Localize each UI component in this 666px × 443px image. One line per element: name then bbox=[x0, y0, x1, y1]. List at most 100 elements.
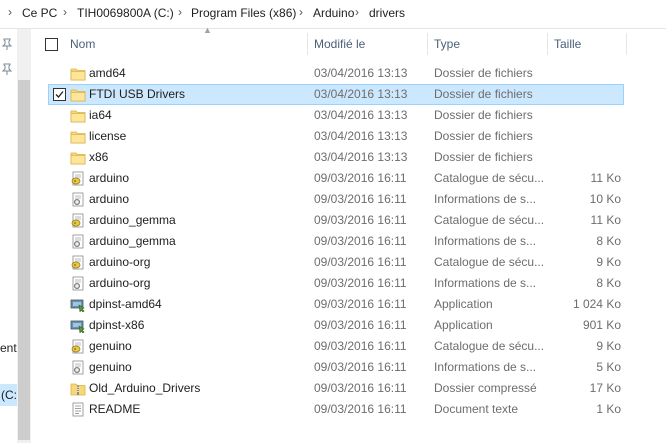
security-catalog-icon bbox=[70, 171, 86, 186]
setup-info-icon bbox=[70, 234, 86, 249]
chevron-right-icon[interactable]: › bbox=[355, 5, 359, 19]
file-name: Old_Arduino_Drivers bbox=[89, 381, 201, 395]
file-size: 8 Ko bbox=[596, 234, 621, 248]
nav-item-drive-label[interactable]: (C: bbox=[1, 388, 17, 402]
file-type: Catalogue de sécu... bbox=[434, 171, 544, 185]
breadcrumb-drivers[interactable]: drivers bbox=[369, 6, 405, 20]
file-row[interactable]: arduino 09/03/2016 16:11 Informations de s… bbox=[48, 189, 624, 210]
file-row[interactable]: arduino 09/03/2016 16:11 Catalogue de sécu… bbox=[48, 168, 624, 189]
file-type: Informations de s... bbox=[434, 276, 537, 290]
file-modified: 09/03/2016 16:11 bbox=[314, 318, 407, 332]
column-name[interactable]: Nom bbox=[70, 29, 95, 59]
column-type[interactable]: Type bbox=[434, 29, 460, 59]
chevron-right-icon[interactable]: › bbox=[299, 5, 303, 19]
pin-icon[interactable] bbox=[1, 63, 13, 75]
zip-folder-icon bbox=[70, 381, 86, 396]
file-type: Catalogue de sécu... bbox=[434, 213, 544, 227]
breadcrumb-arduino[interactable]: Arduino bbox=[313, 6, 354, 20]
sort-up-icon: ▲ bbox=[203, 25, 212, 35]
file-type: Application bbox=[434, 297, 493, 311]
row-checkbox[interactable] bbox=[53, 88, 66, 101]
file-modified: 03/04/2016 13:13 bbox=[314, 87, 408, 101]
file-modified: 09/03/2016 16:11 bbox=[314, 276, 407, 290]
file-size: 901 Ko bbox=[582, 318, 621, 332]
checkmark-icon bbox=[55, 91, 64, 98]
file-name: genuino bbox=[89, 360, 132, 374]
file-row[interactable]: amd64 03/04/2016 13:13 Dossier de fichiers bbox=[48, 63, 624, 84]
security-catalog-icon bbox=[70, 339, 86, 354]
file-modified: 09/03/2016 16:11 bbox=[314, 381, 407, 395]
file-modified: 09/03/2016 16:11 bbox=[314, 234, 407, 248]
file-type: Dossier de fichiers bbox=[434, 129, 533, 143]
file-row[interactable]: Old_Arduino_Drivers 09/03/2016 16:11 Dossi… bbox=[48, 378, 624, 399]
file-size: 11 Ko bbox=[590, 213, 621, 227]
file-name: arduino_gemma bbox=[89, 213, 176, 227]
file-type: Catalogue de sécu... bbox=[434, 339, 544, 353]
folder-icon bbox=[70, 129, 86, 144]
file-type: Document texte bbox=[434, 402, 519, 416]
select-all-checkbox[interactable] bbox=[45, 38, 58, 51]
file-row[interactable]: arduino_gemma 09/03/2016 16:11 Catalogue d… bbox=[48, 210, 624, 231]
breadcrumb-drive[interactable]: TIH0069800A (C:) bbox=[77, 6, 174, 20]
security-catalog-icon bbox=[70, 255, 86, 270]
file-name: arduino_gemma bbox=[89, 234, 176, 248]
file-type: Dossier de fichiers bbox=[434, 87, 533, 101]
column-divider[interactable] bbox=[626, 33, 627, 55]
file-type: Informations de s... bbox=[434, 360, 537, 374]
file-row[interactable]: genuino 09/03/2016 16:11 Informations de s… bbox=[48, 357, 624, 378]
column-size[interactable]: Taille bbox=[554, 29, 581, 59]
file-name: arduino-org bbox=[89, 276, 151, 290]
file-row[interactable]: arduino_gemma 09/03/2016 16:11 Information… bbox=[48, 231, 624, 252]
breadcrumb-program-files[interactable]: Program Files (x86) bbox=[191, 6, 296, 20]
setup-info-icon bbox=[70, 192, 86, 207]
column-divider[interactable] bbox=[547, 33, 548, 55]
file-row[interactable]: x86 03/04/2016 13:13 Dossier de fichiers bbox=[48, 147, 624, 168]
column-divider[interactable] bbox=[307, 33, 308, 55]
column-divider[interactable] bbox=[427, 33, 428, 55]
file-row[interactable]: license 03/04/2016 13:13 Dossier de fichie… bbox=[48, 126, 624, 147]
chevron-right-icon[interactable]: › bbox=[8, 5, 12, 19]
nav-item-label[interactable]: ent bbox=[0, 341, 17, 355]
pin-icon[interactable] bbox=[1, 38, 13, 50]
file-modified: 03/04/2016 13:13 bbox=[314, 66, 408, 80]
file-row[interactable]: arduino-org 09/03/2016 16:11 Catalogue de … bbox=[48, 252, 624, 273]
chevron-right-icon[interactable]: › bbox=[178, 5, 182, 19]
file-size: 10 Ko bbox=[589, 192, 621, 206]
file-type: Catalogue de sécu... bbox=[434, 255, 544, 269]
application-icon bbox=[70, 297, 86, 313]
file-size: 8 Ko bbox=[596, 276, 621, 290]
file-modified: 09/03/2016 16:11 bbox=[314, 255, 407, 269]
file-row[interactable]: dpinst-x86 09/03/2016 16:11 Application 901… bbox=[48, 315, 624, 336]
file-name: ia64 bbox=[89, 108, 112, 122]
column-modified[interactable]: Modifié le bbox=[314, 29, 365, 59]
file-name: arduino-org bbox=[89, 255, 151, 269]
file-modified: 03/04/2016 13:13 bbox=[314, 129, 408, 143]
file-name: FTDI USB Drivers bbox=[89, 87, 185, 101]
file-size: 5 Ko bbox=[596, 360, 621, 374]
file-size: 9 Ko bbox=[596, 339, 621, 353]
file-size: 1 Ko bbox=[596, 402, 621, 416]
file-type: Dossier compressé bbox=[434, 381, 537, 395]
file-name: amd64 bbox=[89, 66, 126, 80]
file-name: arduino bbox=[89, 192, 130, 206]
file-row[interactable]: arduino-org 09/03/2016 16:11 Informations … bbox=[48, 273, 624, 294]
breadcrumb-ce-pc[interactable]: Ce PC bbox=[22, 6, 57, 20]
file-modified: 09/03/2016 16:11 bbox=[314, 171, 407, 185]
nav-scrollbar-thumb[interactable] bbox=[18, 80, 30, 440]
file-row[interactable]: dpinst-amd64 09/03/2016 16:11 Application 1… bbox=[48, 294, 624, 315]
file-size: 11 Ko bbox=[590, 171, 621, 185]
chevron-right-icon[interactable]: › bbox=[63, 5, 67, 19]
file-row[interactable]: ia64 03/04/2016 13:13 Dossier de fichiers bbox=[48, 105, 624, 126]
file-type: Dossier de fichiers bbox=[434, 108, 533, 122]
address-bar[interactable]: › Ce PC › TIH0069800A (C:) › Program Fil… bbox=[0, 0, 666, 29]
file-type: Dossier de fichiers bbox=[434, 150, 533, 164]
file-name: dpinst-amd64 bbox=[89, 297, 162, 311]
file-type: Informations de s... bbox=[434, 234, 537, 248]
file-size: 17 Ko bbox=[589, 381, 621, 395]
file-row[interactable]: README 09/03/2016 16:11 Document texte 1 Ko bbox=[48, 399, 624, 420]
file-modified: 03/04/2016 13:13 bbox=[314, 108, 408, 122]
file-row[interactable]: genuino 09/03/2016 16:11 Catalogue de sécu… bbox=[48, 336, 624, 357]
security-catalog-icon bbox=[70, 213, 86, 228]
file-row[interactable]: FTDI USB Drivers 03/04/2016 13:13 Dossier … bbox=[48, 84, 624, 105]
file-name: license bbox=[89, 129, 127, 143]
